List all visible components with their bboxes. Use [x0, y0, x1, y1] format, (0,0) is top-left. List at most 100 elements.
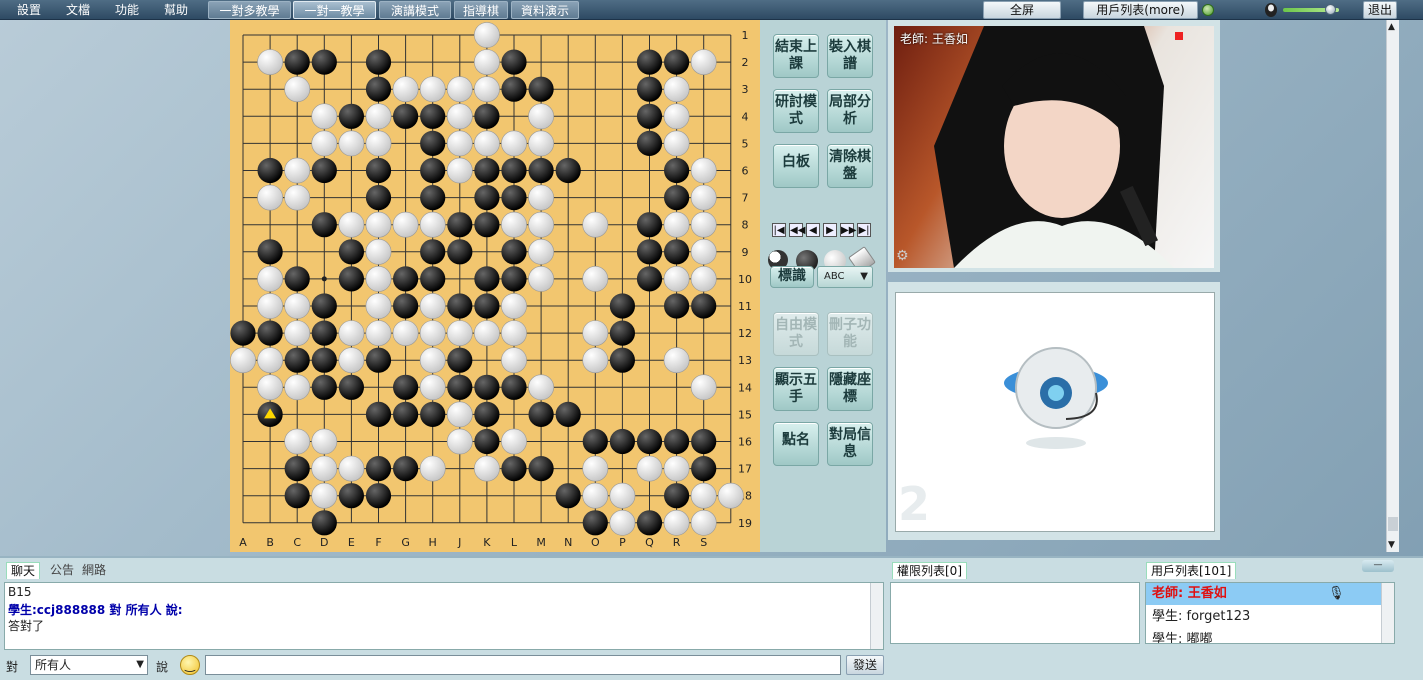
black-stone: [636, 239, 663, 265]
white-stone: [365, 293, 392, 319]
go-board[interactable]: A B C D E F G H J K L M N O P Q R S1234567891011121314151…: [230, 20, 760, 552]
page-scrollbar[interactable]: ▲ ▼: [1386, 20, 1399, 552]
local-analysis-button[interactable]: 局部分析: [827, 89, 873, 133]
message-input[interactable]: [205, 655, 841, 675]
black-stone: [664, 483, 690, 509]
tab-one-to-one[interactable]: 一對一教學: [293, 1, 376, 19]
minimize-icon[interactable]: —: [1362, 560, 1394, 572]
scroll-thumb[interactable]: [1388, 517, 1398, 531]
scroll-up-icon[interactable]: ▲: [1388, 22, 1395, 32]
white-stone: [528, 211, 555, 238]
menu-document[interactable]: 文檔: [59, 2, 97, 18]
scroll-down-icon[interactable]: ▼: [1388, 540, 1395, 550]
white-stone: [663, 103, 690, 130]
user-list-scrollbar[interactable]: [1381, 583, 1394, 643]
user-list[interactable]: 老師: 王香如 🎙 學生: forget123 學生: 嘟嘟: [1145, 582, 1395, 644]
game-info-button[interactable]: 對局信息: [827, 422, 873, 466]
chat-log[interactable]: B15 學生:ccj888888 對 所有人 說: 答對了: [4, 582, 884, 650]
forward-one-icon[interactable]: ▶: [823, 223, 837, 237]
black-stone: [664, 49, 690, 75]
chat-scrollbar[interactable]: [870, 583, 883, 649]
white-stone: [284, 76, 311, 103]
volume-knob[interactable]: [1325, 4, 1336, 15]
white-stone: [528, 184, 555, 211]
forward-ten-icon[interactable]: ▶▶: [840, 223, 856, 237]
user-list-item[interactable]: 老師: 王香如: [1146, 583, 1382, 605]
roll-call-button[interactable]: 點名: [773, 422, 819, 466]
clear-board-button[interactable]: 清除棋盤: [827, 144, 873, 188]
emoji-icon[interactable]: ‿: [180, 655, 200, 675]
tab-network[interactable]: 網路: [78, 562, 110, 579]
white-stone: [284, 157, 311, 184]
black-stone: [365, 185, 392, 211]
black-stone: [501, 266, 527, 292]
white-stone: [311, 482, 338, 509]
black-stone: [636, 130, 663, 156]
menu-function[interactable]: 功能: [108, 2, 146, 18]
white-stone: [230, 347, 256, 374]
student-camera-screen[interactable]: 2: [895, 292, 1215, 532]
chevron-down-icon: ▼: [860, 271, 868, 282]
black-stone: [311, 49, 337, 75]
hide-coordinates-button[interactable]: 隱藏座標: [827, 367, 873, 411]
white-stone: [257, 347, 283, 374]
gear-icon[interactable]: ⚙: [896, 248, 909, 264]
row-label: 2: [742, 56, 749, 69]
show-five-moves-button[interactable]: 顯示五手: [773, 367, 819, 411]
whiteboard-button[interactable]: 白板: [773, 144, 819, 188]
camera-number: 2: [898, 477, 931, 531]
remove-stone-button[interactable]: 刪子功能: [827, 312, 873, 356]
fullscreen-button[interactable]: 全屏: [983, 1, 1061, 19]
user-list-item[interactable]: 學生: forget123: [1146, 606, 1382, 628]
auth-list[interactable]: [890, 582, 1140, 644]
white-stone: [528, 103, 555, 130]
mark-button[interactable]: 標識: [770, 266, 814, 288]
control-panel: 結束上課 裝入棋譜 研討模式 局部分析 白板 清除棋盤 |◀ ◀◀ ◀ ▶ ▶▶…: [760, 20, 886, 552]
white-stone: [392, 211, 419, 238]
black-stone: [474, 103, 500, 129]
mark-type-value: ABC: [824, 271, 845, 282]
chat-sender-line: 學生:ccj888888 對 所有人 說:: [8, 603, 183, 617]
tab-notice[interactable]: 公告: [46, 562, 78, 579]
user-list-item[interactable]: 學生: 嘟嘟: [1146, 629, 1382, 643]
first-move-icon[interactable]: |◀: [772, 223, 786, 237]
white-stone: [663, 130, 690, 157]
study-mode-button[interactable]: 研討模式: [773, 89, 819, 133]
white-stone: [257, 293, 283, 319]
black-stone: [501, 49, 527, 75]
white-stone: [257, 374, 283, 401]
row-label: 11: [738, 300, 752, 313]
recipient-select[interactable]: 所有人 ▼: [30, 655, 148, 675]
white-stone: [419, 455, 446, 482]
exit-button[interactable]: 退出: [1363, 1, 1397, 19]
white-stone: [446, 103, 473, 130]
white-stone: [690, 157, 717, 184]
black-stone: [474, 428, 500, 455]
send-button[interactable]: 發送: [846, 655, 884, 675]
end-class-button[interactable]: 結束上課: [773, 34, 819, 78]
back-ten-icon[interactable]: ◀◀: [789, 223, 805, 237]
tab-guidance[interactable]: 指導棋: [454, 1, 508, 19]
white-stone: [663, 211, 690, 238]
back-one-icon[interactable]: ◀: [806, 223, 820, 237]
teacher-video-feed[interactable]: [894, 26, 1214, 268]
go-board-panel[interactable]: A B C D E F G H J K L M N O P Q R S 1 2 3 4 5 6 7 8 9 10 11 12 13 14 15 1…: [230, 20, 760, 552]
menu-help[interactable]: 幫助: [157, 2, 195, 18]
menu-settings[interactable]: 設置: [10, 2, 48, 18]
black-stone: [393, 266, 419, 292]
tab-one-to-many[interactable]: 一對多教學: [208, 1, 291, 19]
load-record-button[interactable]: 裝入棋譜: [827, 34, 873, 78]
last-move-icon[interactable]: ▶|: [857, 223, 871, 237]
tab-chat[interactable]: 聊天: [6, 562, 41, 579]
speaker-icon[interactable]: [1264, 2, 1278, 18]
free-mode-button[interactable]: 自由模式: [773, 312, 819, 356]
white-stone: [501, 130, 527, 157]
column-label: H: [429, 536, 437, 549]
tab-lecture[interactable]: 演講模式: [379, 1, 451, 19]
mark-type-select[interactable]: ABC ▼: [817, 266, 873, 288]
black-stone: [636, 428, 663, 455]
black-stone: [474, 293, 500, 319]
user-list-more-button[interactable]: 用戶列表(more): [1083, 1, 1198, 19]
tab-presentation[interactable]: 資料演示: [511, 1, 579, 19]
row-label: 17: [738, 463, 752, 476]
